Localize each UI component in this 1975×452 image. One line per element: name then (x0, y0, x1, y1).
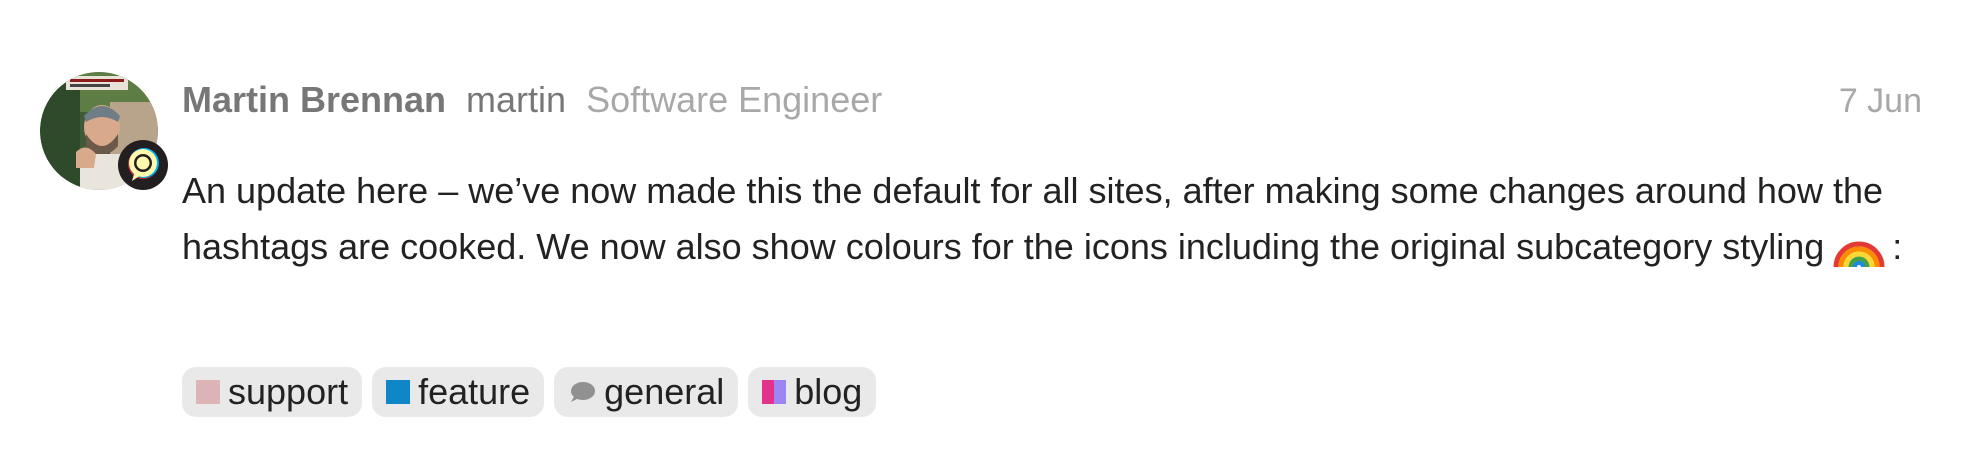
hashtag-label: general (604, 371, 725, 412)
post-text-suffix: : (1892, 226, 1903, 267)
hashtag-feature[interactable]: feature (372, 367, 545, 417)
post-body: An update here – we’ve now made this the… (182, 164, 1942, 273)
category-split-square-icon (762, 380, 787, 404)
author-title: Software Engineer (586, 79, 883, 120)
hashtag-label: blog (794, 371, 863, 412)
category-square-icon (386, 380, 411, 404)
hashtag-support[interactable]: support (182, 367, 363, 417)
hashtag-list: support feature general blog (182, 367, 877, 417)
author-full-name[interactable]: Martin Brennan (182, 78, 446, 122)
category-square-icon (196, 380, 220, 404)
post-date[interactable]: 7 Jun (1839, 79, 1922, 123)
hashtag-label: feature (418, 371, 531, 412)
avatar[interactable] (40, 72, 168, 190)
flair-badge (118, 140, 168, 190)
hashtag-blog[interactable]: blog (748, 367, 877, 417)
post-header: Martin Brennan martin Software Engineer … (182, 78, 1922, 122)
comment-icon (571, 382, 596, 402)
rainbow-icon (1833, 241, 1885, 268)
discourse-logo-icon (128, 148, 159, 181)
post-paragraph: An update here – we’ve now made this the… (182, 164, 1942, 273)
author-username[interactable]: martin (466, 78, 566, 122)
hashtag-label: support (228, 371, 349, 412)
hashtag-general[interactable]: general (554, 367, 739, 417)
post-text: An update here – we’ve now made this the… (182, 170, 1883, 267)
